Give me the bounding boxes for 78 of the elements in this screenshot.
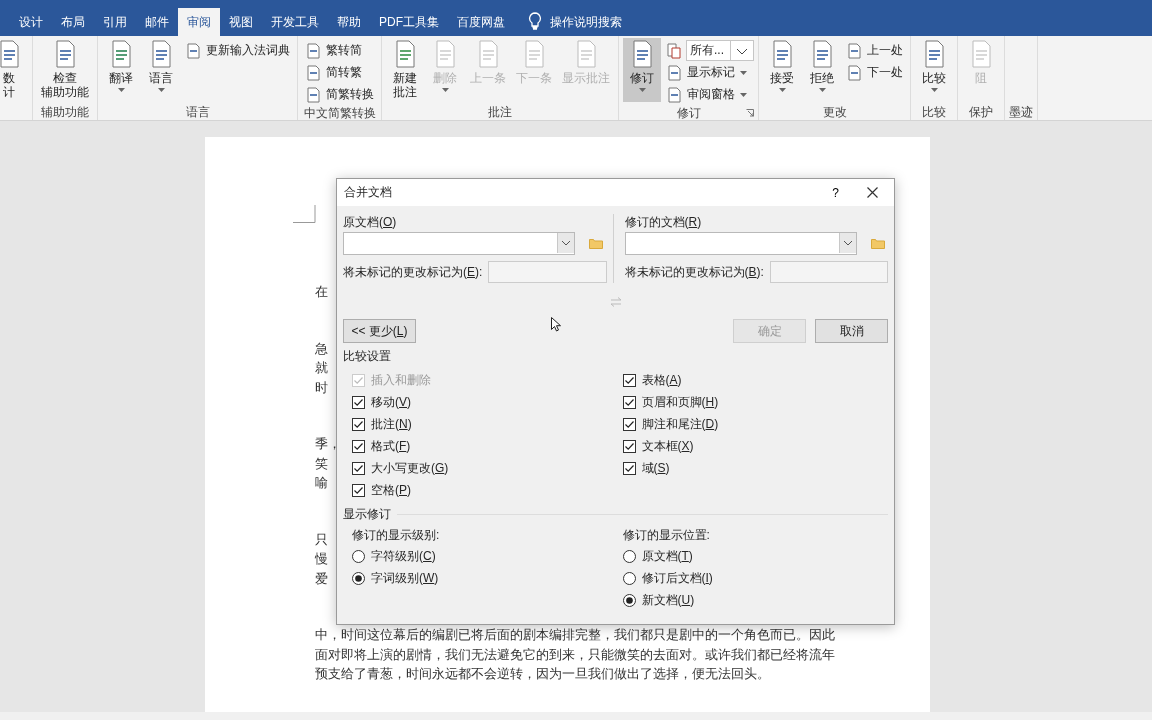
- dialog-title: 合并文档: [344, 184, 393, 201]
- ribbon-tab[interactable]: 引用: [94, 8, 136, 36]
- ribbon-button[interactable]: 新建 批注: [386, 38, 424, 102]
- ribbon-small-button[interactable]: 上一处: [843, 40, 906, 61]
- group-label: 中文简繁转换: [303, 104, 376, 122]
- group-label: 修订: [676, 104, 701, 122]
- group-label: 更改: [822, 103, 847, 121]
- ribbon-button[interactable]: 翻译: [102, 38, 140, 102]
- checkbox-label[interactable]: 批注(N): [371, 415, 412, 433]
- section-title: 比较设置: [343, 348, 392, 365]
- ribbon-button[interactable]: 拒绝: [803, 38, 841, 102]
- ribbon-small-button[interactable]: 更新输入法词典: [182, 40, 293, 61]
- document-text: 喻: [315, 474, 328, 492]
- less-button[interactable]: << 更少(L): [343, 319, 416, 343]
- ribbon-small-button[interactable]: 审阅窗格: [663, 84, 754, 105]
- group-label: 比较: [922, 103, 946, 121]
- ribbon-small-button[interactable]: 繁转简: [302, 40, 377, 61]
- document-text: 急: [315, 339, 328, 358]
- radio-label[interactable]: 字词级别(W): [371, 569, 439, 587]
- checkbox-label[interactable]: 格式(F): [371, 437, 411, 455]
- checkbox-label[interactable]: 大小写更改(G): [371, 459, 449, 477]
- ribbon-button[interactable]: 接受: [763, 38, 801, 102]
- ribbon-tab[interactable]: 邮件: [136, 8, 178, 36]
- checkbox-label[interactable]: 表格(A): [641, 371, 682, 389]
- field-label: 修订的文档(R): [624, 214, 703, 229]
- ribbon-tab[interactable]: 帮助: [328, 8, 370, 36]
- checkbox-label[interactable]: 脚注和尾注(D): [641, 415, 719, 433]
- ribbon-button[interactable]: 语言: [142, 38, 180, 102]
- section-title: 显示修订: [343, 506, 391, 523]
- radio-label[interactable]: 字符级别(C): [371, 547, 436, 565]
- ribbon-small-button[interactable]: 显示标记: [663, 62, 754, 83]
- ribbon-button[interactable]: 数 计: [0, 38, 28, 102]
- group-label: 墨迹: [1009, 103, 1033, 121]
- ribbon-tab[interactable]: 设计: [10, 8, 52, 36]
- checkbox-label[interactable]: 域(S): [641, 459, 670, 477]
- ribbon-tab[interactable]: 布局: [52, 8, 94, 36]
- field-label: 将未标记的更改标记为(E):: [343, 263, 483, 281]
- checkbox-label[interactable]: 文本框(X): [641, 437, 694, 455]
- cancel-button[interactable]: 取消: [815, 319, 888, 343]
- radio-label[interactable]: 新文档(U): [641, 591, 695, 609]
- document-text: 就: [315, 359, 328, 377]
- markup-dropdown[interactable]: 所有...: [686, 40, 754, 61]
- ribbon-small-button[interactable]: 简繁转换: [302, 84, 377, 105]
- ribbon-small-button[interactable]: 简转繁: [302, 62, 377, 83]
- group-label: 语言: [185, 103, 210, 121]
- checkbox-label[interactable]: 页眉和页脚(H): [641, 393, 719, 411]
- ribbon-tab[interactable]: 开发工具: [262, 8, 328, 36]
- ribbon-tab[interactable]: 审阅: [178, 8, 220, 36]
- group-label: 保护: [969, 103, 993, 121]
- option-group-label: 修订的显示位置:: [622, 527, 711, 544]
- document-text: 只: [315, 530, 328, 549]
- document-text: 在: [315, 283, 328, 301]
- ribbon-tab[interactable]: PDF工具集: [370, 8, 448, 36]
- document-text: 季，: [315, 435, 341, 453]
- option-group-label: 修订的显示级别:: [352, 527, 441, 544]
- ribbon-button[interactable]: 比较: [915, 38, 953, 102]
- document-text: 面对即将上演的剧情，我们无法避免它的到来，只能微笑的去面对。或许我们都已经将流年: [315, 645, 835, 664]
- radio-label[interactable]: 修订后文档(I): [641, 569, 713, 587]
- ribbon-tab[interactable]: 视图: [220, 8, 262, 36]
- document-text: 爱: [315, 569, 328, 588]
- ribbon-button[interactable]: 检查 辅助功能: [37, 38, 93, 102]
- ribbon-tab[interactable]: 百度网盘: [448, 8, 514, 36]
- tell-me-search[interactable]: 操作说明搜索: [550, 8, 622, 36]
- ribbon-button[interactable]: 修订: [623, 38, 661, 102]
- group-label: 辅助功能: [41, 103, 89, 121]
- field-label: 原文档(O): [343, 214, 398, 229]
- document-text: 时: [315, 378, 328, 397]
- field-label: 将未标记的更改标记为(B):: [624, 263, 764, 281]
- checkbox-label[interactable]: 移动(V): [371, 393, 411, 411]
- document-text: 预支给了青葱，时间永远都不会逆转，因为一旦我们做出了选择，便无法回头。: [315, 665, 770, 683]
- document-text: 中，时间这位幕后的编剧已将后面的剧本编排完整，我们都只是剧中的一个角色而已。因此: [315, 626, 835, 644]
- group-label: 批注: [488, 103, 512, 121]
- radio-label[interactable]: 原文档(T): [641, 547, 693, 565]
- ribbon-small-button[interactable]: 下一处: [843, 62, 906, 83]
- document-text: 慢: [315, 550, 328, 568]
- document-text: 笑: [315, 454, 328, 473]
- help-button[interactable]: ?: [832, 185, 839, 200]
- checkbox-label[interactable]: 空格(P): [371, 481, 411, 499]
